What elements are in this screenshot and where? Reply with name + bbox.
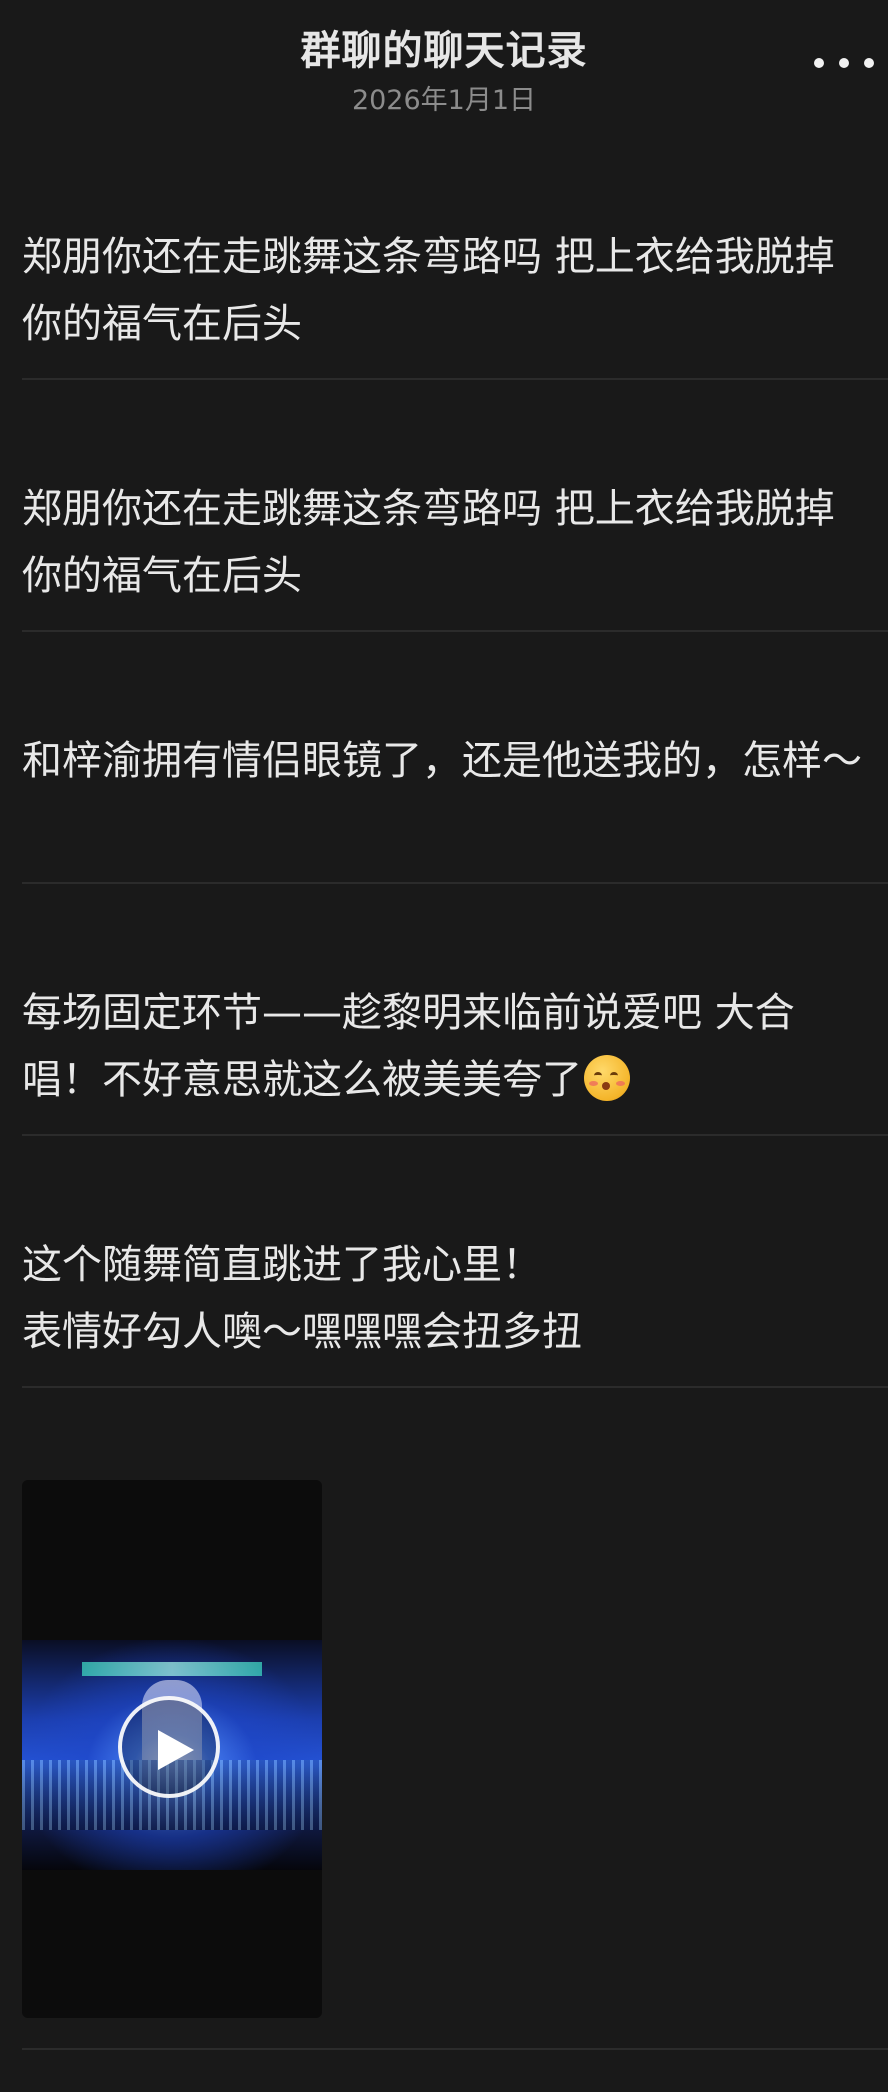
divider — [22, 1134, 888, 1136]
more-dots-icon — [839, 58, 849, 68]
message-text: 这个随舞简直跳进了我心里！ 表情好勾人噢～嘿嘿嘿会扭多扭 — [22, 1242, 582, 1355]
page-title: 群聊的聊天记录 — [300, 28, 588, 74]
message-item[interactable]: 郑朋你还在走跳舞这条弯路吗 把上衣给我脱掉 你的福气在后头 — [0, 462, 888, 632]
chat-record-header: 群聊的聊天记录 2026年1月1日 — [0, 0, 888, 130]
divider — [22, 1386, 888, 1388]
divider — [22, 882, 888, 884]
more-options-button[interactable] — [814, 46, 874, 80]
message-text-content: 每场固定环节——趁黎明来临前说爱吧 大合唱！不好意思就这么被美美夸了 — [22, 990, 795, 1103]
play-button[interactable] — [118, 1696, 220, 1798]
message-text: 每场固定环节——趁黎明来临前说爱吧 大合唱！不好意思就这么被美美夸了 — [22, 980, 872, 1114]
message-text: 和梓渝拥有情侣眼镜了，还是他送我的，怎样～ — [22, 738, 862, 784]
more-dots-icon — [864, 58, 874, 68]
message-text: 郑朋你还在走跳舞这条弯路吗 把上衣给我脱掉 你的福气在后头 — [22, 486, 848, 599]
more-dots-icon — [814, 58, 824, 68]
message-item[interactable]: 这个随舞简直跳进了我心里！ 表情好勾人噢～嘿嘿嘿会扭多扭 — [0, 1218, 888, 1388]
message-item[interactable]: 和梓渝拥有情侣眼镜了，还是他送我的，怎样～ — [0, 714, 888, 884]
kissing-face-emoji — [584, 1055, 630, 1101]
message-item[interactable]: 郑朋你还在走跳舞这条弯路吗 把上衣给我脱掉 你的福气在后头 — [0, 210, 888, 380]
divider — [22, 2048, 888, 2050]
record-date: 2026年1月1日 — [351, 85, 537, 116]
video-message-thumbnail[interactable] — [22, 1480, 322, 2018]
divider — [22, 378, 888, 380]
stage-screen — [82, 1662, 262, 1676]
message-text: 郑朋你还在走跳舞这条弯路吗 把上衣给我脱掉 你的福气在后头 — [22, 234, 848, 347]
play-icon — [158, 1730, 194, 1770]
message-item[interactable]: 每场固定环节——趁黎明来临前说爱吧 大合唱！不好意思就这么被美美夸了 — [0, 966, 888, 1136]
divider — [22, 630, 888, 632]
